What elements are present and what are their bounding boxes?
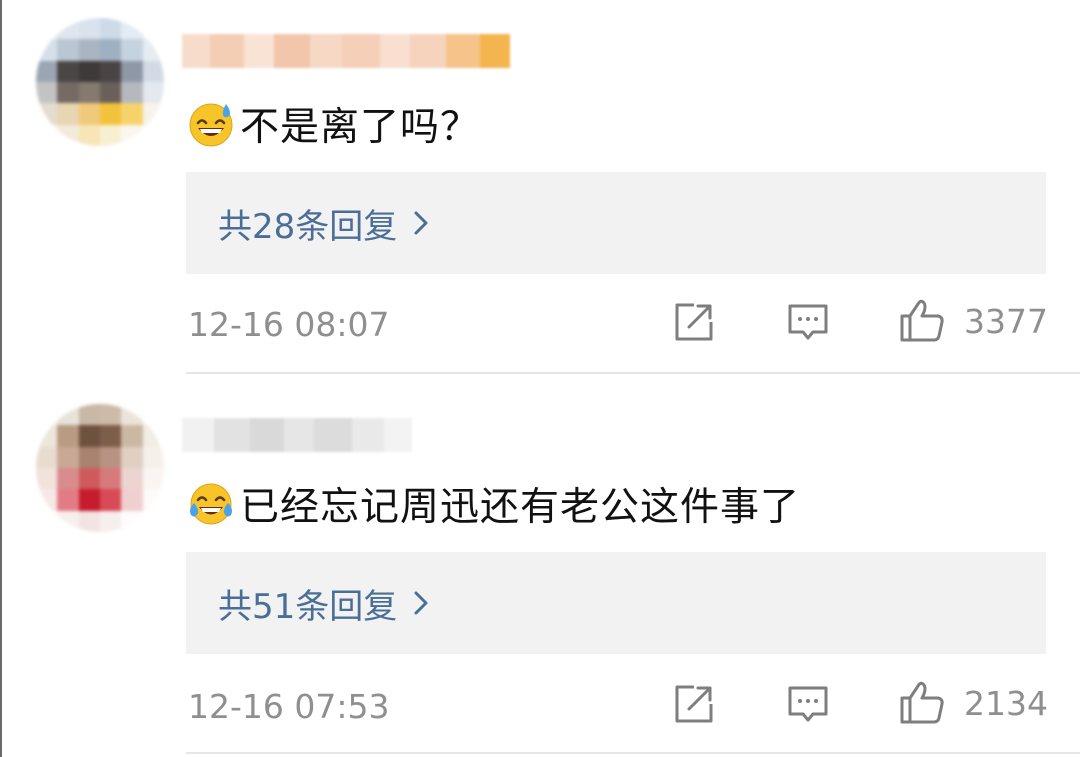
thumbs-up-icon (900, 299, 944, 342)
repost-button[interactable] (672, 300, 716, 348)
comment-divider (186, 752, 1080, 754)
like-button[interactable] (898, 296, 946, 348)
repost-button[interactable] (672, 682, 716, 730)
replies-box: 共51条回复 (186, 552, 1046, 654)
left-edge-border (0, 0, 2, 757)
timestamp: 12-16 07:53 (188, 686, 390, 726)
share-out-icon (675, 685, 713, 723)
replies-box: 共28条回复 (186, 172, 1046, 274)
comment-bubble-icon (788, 686, 828, 722)
like-count: 3377 (964, 302, 1048, 341)
chevron-right-icon (414, 211, 428, 235)
replies-count-label: 共28条回复 (218, 206, 398, 247)
like-count: 2134 (964, 684, 1048, 723)
comment-body: 已经忘记周迅还有老公这件事了 (240, 485, 801, 530)
comment-body: 不是离了吗？ (240, 105, 481, 150)
comment-text: 不是离了吗？ (188, 94, 480, 154)
sweat-smile-emoji-icon (189, 103, 233, 147)
comment-button[interactable] (786, 300, 830, 348)
like-button[interactable] (898, 678, 946, 730)
comment-text: 已经忘记周迅还有老公这件事了 (188, 474, 800, 534)
avatar[interactable] (36, 18, 164, 146)
replies-count-label: 共51条回复 (218, 586, 398, 627)
username-redacted[interactable] (182, 418, 412, 452)
chevron-right-icon (414, 591, 428, 615)
view-replies-link[interactable]: 共28条回复 (218, 199, 429, 248)
comment-bubble-icon (788, 304, 828, 340)
comment-meta: 12-16 07:53 2134 (188, 676, 1048, 736)
tears-of-joy-emoji-icon (190, 483, 232, 525)
view-replies-link[interactable]: 共51条回复 (218, 579, 429, 628)
avatar[interactable] (36, 404, 164, 532)
share-out-icon (675, 303, 713, 341)
thumbs-up-icon (900, 681, 944, 724)
comment-divider (186, 372, 1080, 374)
comment-button[interactable] (786, 682, 830, 730)
comment-meta: 12-16 08:07 3377 (188, 294, 1048, 354)
timestamp: 12-16 08:07 (188, 304, 390, 344)
username-redacted[interactable] (182, 34, 510, 68)
